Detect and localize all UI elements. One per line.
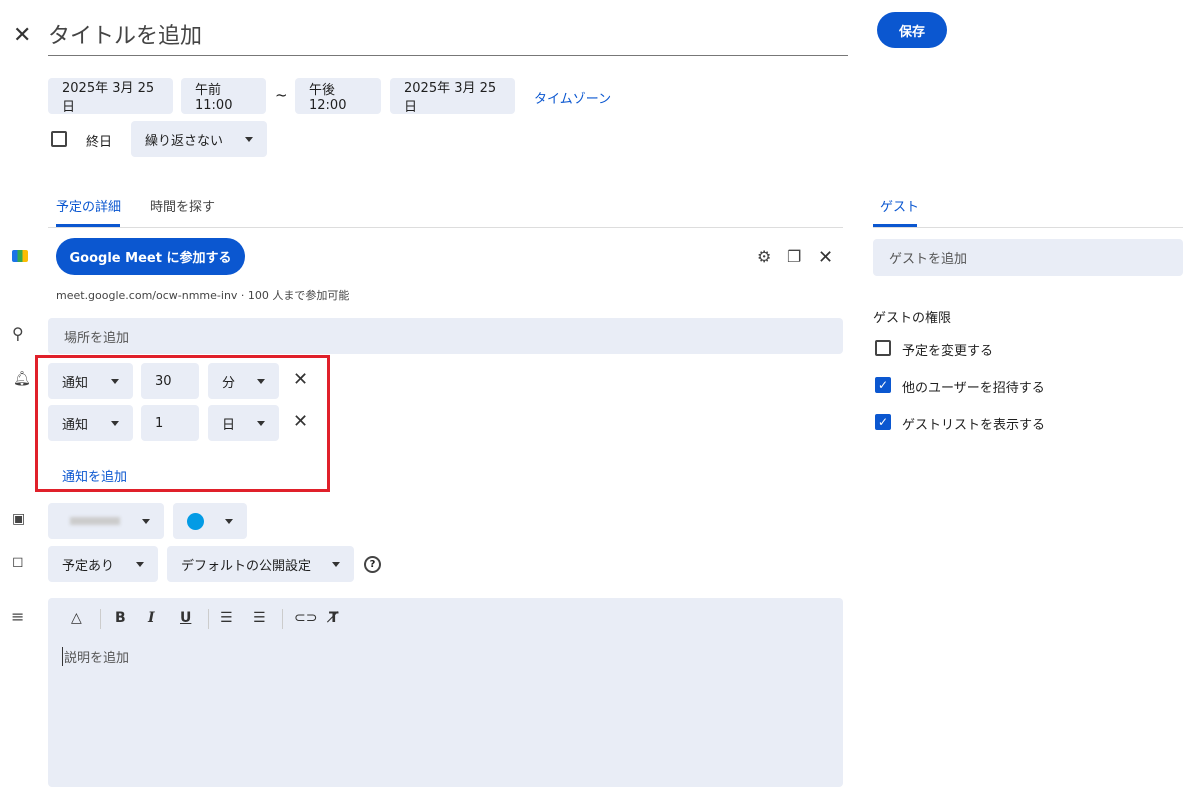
- end-date[interactable]: 2025年 3月 25日: [390, 78, 515, 114]
- description-icon: ≡: [11, 609, 24, 625]
- link-icon[interactable]: ⊂⊃: [294, 610, 317, 626]
- save-button[interactable]: 保存: [877, 12, 947, 48]
- chevron-down-icon: [257, 379, 265, 384]
- description-editor[interactable]: [48, 598, 843, 787]
- permission-modify-checkbox[interactable]: [875, 340, 891, 356]
- location-pin-icon: ⚲: [12, 326, 24, 342]
- google-meet-icon: [12, 250, 28, 262]
- notification-unit: 分: [222, 372, 235, 391]
- close-icon[interactable]: ✕: [13, 25, 31, 47]
- numbered-list-icon[interactable]: ☰: [220, 610, 233, 626]
- availability-dropdown[interactable]: 予定あり: [48, 546, 158, 582]
- bell-icon: 🔔︎: [13, 372, 31, 386]
- repeat-value: 繰り返さない: [145, 130, 223, 149]
- notification-type-dropdown[interactable]: 通知: [48, 405, 133, 441]
- notification-unit-dropdown[interactable]: 分: [208, 363, 279, 399]
- permission-see-list-label: ゲストリストを表示する: [902, 414, 1045, 433]
- divider: [100, 609, 101, 629]
- calendar-icon: ▣: [12, 512, 25, 526]
- tab-guests[interactable]: ゲスト: [880, 196, 919, 215]
- permission-invite-checkbox[interactable]: ✓: [875, 377, 891, 393]
- all-day-label: 終日: [86, 131, 112, 150]
- tab-find-time[interactable]: 時間を探す: [150, 196, 215, 215]
- notification-value-input[interactable]: 1: [141, 405, 199, 441]
- bold-icon[interactable]: B: [115, 610, 126, 626]
- meet-info: meet.google.com/ocw-nmme-inv · 100 人まで参加…: [56, 287, 349, 303]
- title-placeholder: タイトルを追加: [48, 24, 202, 49]
- calendar-dropdown[interactable]: [48, 503, 164, 539]
- chevron-down-icon: [111, 379, 119, 384]
- blurred-calendar-name: [70, 517, 120, 525]
- availability-value: 予定あり: [62, 555, 114, 574]
- gear-icon[interactable]: ⚙: [757, 249, 771, 265]
- copy-icon[interactable]: ❐: [787, 249, 801, 265]
- chevron-down-icon: [111, 421, 119, 426]
- remove-notification-icon[interactable]: ✕: [293, 413, 308, 431]
- chevron-down-icon: [257, 421, 265, 426]
- divider: [282, 609, 283, 629]
- guest-permissions-title: ゲストの権限: [873, 307, 951, 326]
- briefcase-icon: ◻: [12, 555, 24, 569]
- all-day-checkbox[interactable]: [51, 131, 67, 147]
- permission-invite-label: 他のユーザーを招待する: [902, 377, 1045, 396]
- notification-type: 通知: [62, 372, 88, 391]
- color-swatch: [187, 513, 204, 530]
- chevron-down-icon: [142, 519, 150, 524]
- italic-icon[interactable]: I: [148, 610, 155, 626]
- notification-value-input[interactable]: 30: [141, 363, 199, 399]
- guest-input[interactable]: ゲストを追加: [873, 239, 1183, 276]
- add-notification-link[interactable]: 通知を追加: [62, 466, 127, 485]
- remove-notification-icon[interactable]: ✕: [293, 371, 308, 389]
- start-date[interactable]: 2025年 3月 25日: [48, 78, 173, 114]
- visibility-dropdown[interactable]: デフォルトの公開設定: [167, 546, 354, 582]
- repeat-dropdown[interactable]: 繰り返さない: [131, 121, 267, 157]
- notification-unit-dropdown[interactable]: 日: [208, 405, 279, 441]
- clear-formatting-icon[interactable]: T̸: [329, 610, 339, 626]
- notification-type-dropdown[interactable]: 通知: [48, 363, 133, 399]
- visibility-value: デフォルトの公開設定: [181, 555, 311, 574]
- chevron-down-icon: [136, 562, 144, 567]
- description-placeholder[interactable]: 説明を追加: [62, 647, 129, 666]
- start-time[interactable]: 午前11:00: [181, 78, 266, 114]
- underline-icon[interactable]: U: [180, 610, 191, 626]
- google-drive-icon[interactable]: △: [71, 610, 82, 626]
- color-dropdown[interactable]: [173, 503, 247, 539]
- title-input[interactable]: タイトルを追加: [48, 18, 848, 56]
- notification-type: 通知: [62, 414, 88, 433]
- end-time[interactable]: 午後12:00: [295, 78, 381, 114]
- time-separator: ~: [275, 86, 288, 104]
- bulleted-list-icon[interactable]: ☰: [253, 610, 266, 626]
- divider: [48, 227, 843, 228]
- join-meet-button[interactable]: Google Meet に参加する: [56, 238, 245, 275]
- notification-unit: 日: [222, 414, 235, 433]
- permission-see-list-checkbox[interactable]: ✓: [875, 414, 891, 430]
- permission-modify-label: 予定を変更する: [902, 340, 993, 359]
- timezone-link[interactable]: タイムゾーン: [534, 88, 611, 107]
- close-icon[interactable]: ✕: [818, 249, 833, 267]
- help-icon[interactable]: ?: [364, 556, 381, 573]
- chevron-down-icon: [225, 519, 233, 524]
- chevron-down-icon: [332, 562, 340, 567]
- chevron-down-icon: [245, 137, 253, 142]
- tab-details[interactable]: 予定の詳細: [56, 196, 121, 215]
- divider: [208, 609, 209, 629]
- divider: [873, 227, 1183, 228]
- location-input[interactable]: 場所を追加: [48, 318, 843, 354]
